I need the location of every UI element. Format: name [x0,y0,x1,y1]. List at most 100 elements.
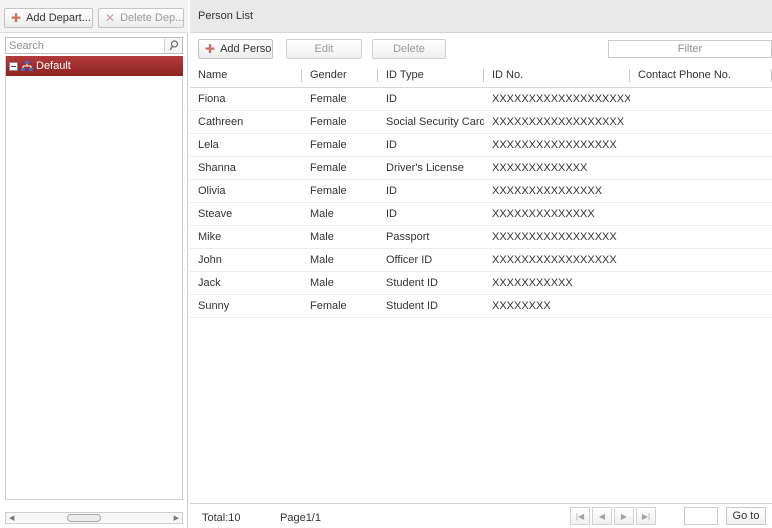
table-row[interactable]: FionaFemaleIDXXXXXXXXXXXXXXXXXXXXXX [190,87,772,111]
cell-contact-phone [630,248,772,272]
table-row[interactable]: Cathreen Female Social Security Card XXXXXX… [190,110,772,134]
table-row[interactable]: Shanna Female Driver's License XXXXXXXXXXXX… [190,156,772,180]
cell-name: John [190,248,302,272]
cell-id-no: XXXXXXXXXXX [484,271,630,295]
cell-id-no: XXXXXXXX [484,294,630,318]
cell-gender: Female [302,156,378,180]
person-toolbar: ✚ Add Person Edit Delete [190,34,772,63]
department-search [5,37,183,54]
person-table: Name Gender ID Type ID No. Contact Phone… [190,64,772,318]
cell-id-type: Officer ID [378,248,484,272]
cell-gender: Female [302,87,378,111]
add-icon: ✚ [11,11,22,25]
cell-id-type: ID [378,133,484,157]
column-header-contact-phone[interactable]: Contact Phone No. [630,64,772,88]
cell-gender: Female [302,179,378,203]
cell-gender: Male [302,248,378,272]
table-row[interactable]: Olivia Female ID XXXXXXXXXXXXXXX [190,179,772,203]
cell-id-no: XXXXXXXXXXXXXXXXXX [484,110,630,134]
organization-icon [21,60,33,72]
cell-contact-phone [630,87,772,111]
page-number-input[interactable] [684,507,718,525]
cell-id-no: XXXXXXXXXXXXX [484,156,630,180]
cell-id-type: ID [378,179,484,203]
cell-id-no: XXXXXXXXXXXXXX [484,202,630,226]
last-page-icon[interactable]: ▶| [636,507,656,525]
panel-title: Person List [190,0,772,33]
cell-name: Lela [190,133,302,157]
cell-contact-phone [630,110,772,134]
cell-name: Mike [190,225,302,249]
cell-name: Shanna [190,156,302,180]
table-row[interactable]: Sunny Female Student ID XXXXXXXX [190,294,772,318]
cell-id-no: XXXXXXXXXXXXXXXXX [484,248,630,272]
cell-name: Jack [190,271,302,295]
table-row[interactable]: Jack Male Student ID XXXXXXXXXXX [190,271,772,295]
cell-id-type: Student ID [378,294,484,318]
previous-page-icon[interactable]: ◀ [592,507,612,525]
delete-department-button[interactable]: ✕ Delete Dep... [98,8,184,28]
column-header-gender[interactable]: Gender [302,64,378,88]
cell-id-type: Social Security Card [378,110,484,134]
table-row[interactable]: Steave Male ID XXXXXXXXXXXXXX [190,202,772,226]
column-header-id-type[interactable]: ID Type [378,64,484,88]
pagination-bar: Total:10 Page1/1 |◀ ◀ ▶ ▶| Go to [190,503,772,528]
add-person-button[interactable]: ✚ Add Person [198,39,273,59]
first-page-icon[interactable]: |◀ [570,507,590,525]
add-icon: ✚ [205,42,216,56]
add-department-label: Add Depart... [26,12,91,24]
edit-button[interactable]: Edit [286,39,362,59]
cell-contact-phone [630,271,772,295]
cell-id-type: Student ID [378,271,484,295]
search-input[interactable] [6,38,166,53]
table-row[interactable]: Lela Female ID XXXXXXXXXXXXXXXXX [190,133,772,157]
tree-node-label: Default [36,60,71,72]
cell-name: Cathreen [190,110,302,134]
department-toolbar: ✚ Add Depart... ✕ Delete Dep... [0,0,188,33]
cell-name: Fiona [190,87,302,111]
cell-id-type: Driver's License [378,156,484,180]
page-indicator: Page1/1 [280,512,321,524]
table-header-row: Name Gender ID Type ID No. Contact Phone… [190,64,772,88]
goto-button[interactable]: Go to [726,507,766,525]
cell-contact-phone [630,294,772,318]
department-tree: Default [5,56,183,500]
cell-gender: Female [302,110,378,134]
cell-contact-phone [630,202,772,226]
next-page-icon[interactable]: ▶ [614,507,634,525]
cell-name: Sunny [190,294,302,318]
column-header-name[interactable]: Name [190,64,302,88]
person-list-panel: Person List ✚ Add Person Edit Delete Nam… [190,0,772,528]
cell-name: Steave [190,202,302,226]
cell-contact-phone [630,133,772,157]
cell-gender: Male [302,271,378,295]
cell-id-no: XXXXXXXXXXXXXXXXX [484,225,630,249]
horizontal-scrollbar[interactable]: ◀ ▶ [5,512,183,524]
delete-department-label: Delete Dep... [120,12,184,24]
cell-contact-phone [630,225,772,249]
cell-id-type: Passport [378,225,484,249]
cell-name: Olivia [190,179,302,203]
tree-node-default[interactable]: Default [6,56,183,76]
cell-contact-phone [630,156,772,180]
add-department-button[interactable]: ✚ Add Depart... [4,8,93,28]
department-panel: ✚ Add Depart... ✕ Delete Dep... Search D… [0,0,188,528]
scroll-thumb[interactable] [67,514,101,522]
add-person-label: Add Person [220,43,273,55]
cell-id-no: XXXXXXXXXXXXXXXXXXXXXX [484,87,630,111]
filter-input[interactable] [608,40,772,58]
cell-id-no: XXXXXXXXXXXXXXX [484,179,630,203]
table-row[interactable]: Mike Male Passport XXXXXXXXXXXXXXXXX [190,225,772,249]
cell-contact-phone [630,179,772,203]
table-body: FionaFemaleIDXXXXXXXXXXXXXXXXXXXXXX Cath… [190,87,772,318]
cell-gender: Female [302,133,378,157]
table-row[interactable]: John Male Officer ID XXXXXXXXXXXXXXXXX [190,248,772,272]
delete-icon: ✕ [105,11,116,25]
collapse-icon[interactable] [9,61,18,71]
cell-gender: Female [302,294,378,318]
scroll-right-icon[interactable]: ▶ [174,514,179,522]
search-icon[interactable] [164,38,182,53]
scroll-left-icon[interactable]: ◀ [9,514,14,522]
column-header-id-no[interactable]: ID No. [484,64,630,88]
delete-button[interactable]: Delete [372,39,446,59]
